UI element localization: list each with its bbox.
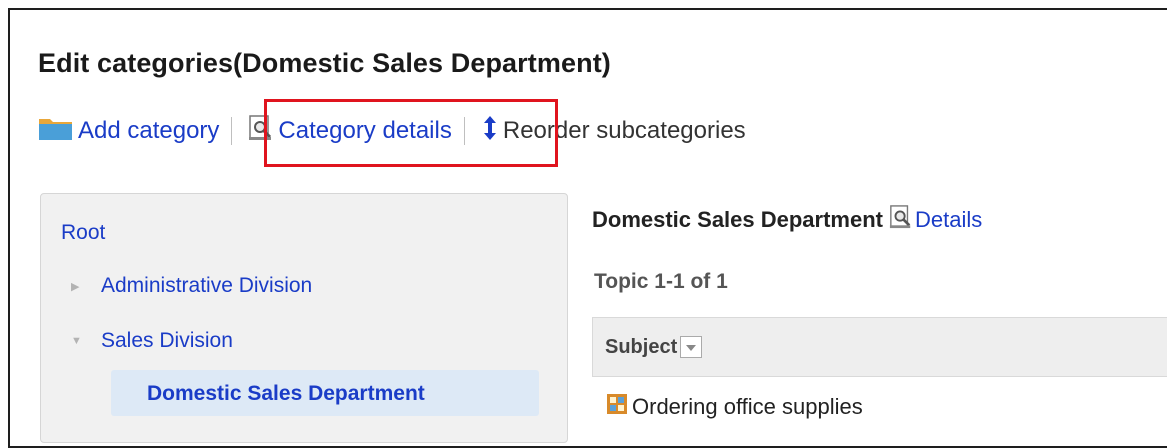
folder-icon	[38, 115, 74, 148]
add-category-label: Add category	[78, 117, 220, 144]
details-link[interactable]: Details	[889, 204, 982, 236]
topic-icon	[606, 393, 628, 421]
tree-item-sales-division[interactable]: ▼ Sales Division	[71, 329, 233, 353]
tree-item-label: Administrative Division	[101, 274, 313, 297]
magnifier-document-icon	[889, 204, 913, 236]
tree-item-label: Sales Division	[101, 329, 233, 352]
table-header: Subject	[592, 317, 1167, 377]
details-label: Details	[915, 207, 983, 232]
add-category-link[interactable]: Add category	[38, 115, 219, 148]
tree-item-administrative-division[interactable]: ▶ Administrative Division	[71, 274, 312, 298]
expanded-arrow-icon[interactable]: ▼	[71, 335, 101, 347]
toolbar-divider	[231, 117, 233, 145]
category-tree: Root ▶ Administrative Division ▼ Sales D…	[40, 193, 568, 443]
topic-subject-link[interactable]: Ordering office supplies	[632, 394, 863, 420]
topic-table: Subject Ordering office supplies	[592, 317, 1167, 437]
highlight-box	[264, 99, 558, 167]
tree-item-domestic-sales-department[interactable]: Domestic Sales Department	[111, 370, 539, 416]
table-row[interactable]: Ordering office supplies	[592, 377, 1167, 437]
sort-dropdown-icon[interactable]	[680, 336, 703, 358]
topic-count: Topic 1-1 of 1	[594, 270, 728, 293]
category-name: Domestic Sales Department	[592, 207, 883, 232]
tree-root[interactable]: Root	[61, 221, 105, 245]
collapsed-arrow-icon[interactable]: ▶	[71, 280, 101, 293]
column-header-subject[interactable]: Subject	[605, 336, 677, 359]
page-title: Edit categories(Domestic Sales Departmen…	[38, 48, 611, 78]
tree-item-label: Domestic Sales Department	[147, 382, 425, 405]
category-heading: Domestic Sales Department Details	[592, 204, 982, 236]
